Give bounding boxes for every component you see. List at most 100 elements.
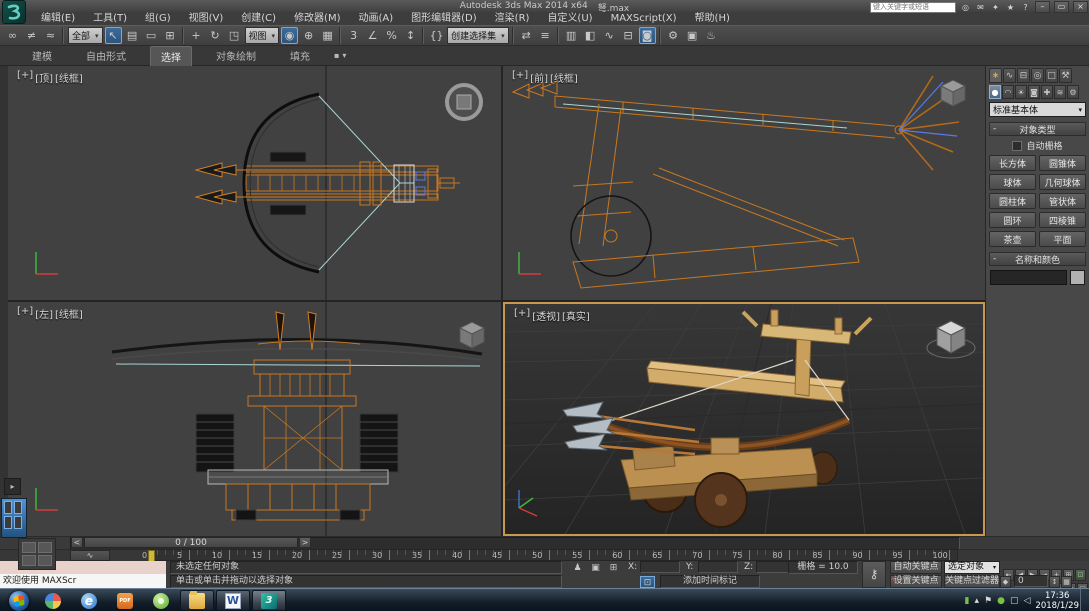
viewport-view-label[interactable]: [透视] — [532, 308, 560, 323]
sign-in-icon[interactable]: ✉ — [975, 3, 986, 12]
search-icon[interactable]: ◎ — [960, 3, 971, 12]
selected-filter-dropdown[interactable]: 选定对象 ▾ — [944, 561, 1000, 574]
object-type-button[interactable]: 几何球体 — [1039, 174, 1086, 190]
absolute-mode-toggle[interactable]: ⊞ — [606, 562, 621, 574]
time-slider-thumb[interactable]: 0 / 100 — [84, 537, 298, 548]
menu-item[interactable]: 动画(A) — [350, 12, 403, 25]
set-keys-button[interactable]: ⚷ — [862, 561, 886, 588]
object-type-button[interactable]: 球体 — [989, 174, 1036, 190]
viewport-view-label[interactable]: [前] — [530, 70, 548, 85]
curve-editor-button[interactable]: ∿ — [601, 27, 618, 44]
snap-toggle-3d[interactable]: 3 — [345, 27, 362, 44]
spinner-icon[interactable]: ↕ — [1049, 576, 1060, 588]
ribbon-collapse-button[interactable]: ▪ ▾ — [334, 51, 346, 60]
tray-action-center-icon[interactable]: ⚑ — [984, 596, 992, 606]
isolate-selection-toggle[interactable]: ♟ — [570, 562, 585, 574]
select-and-rotate-button[interactable]: ↻ — [207, 27, 224, 44]
object-type-button[interactable]: 圆锥体 — [1039, 155, 1086, 171]
edit-named-selection-sets-button[interactable]: {} — [428, 27, 445, 44]
add-time-tag-button[interactable]: 添加时间标记 — [660, 575, 760, 588]
angle-snap-toggle[interactable]: ∠ — [364, 27, 381, 44]
autogrid-checkbox[interactable] — [1012, 141, 1022, 151]
object-type-button[interactable]: 茶壶 — [989, 231, 1036, 247]
helpers-category[interactable]: ✚ — [1041, 85, 1053, 99]
schematic-view-button[interactable]: ⊟ — [620, 27, 637, 44]
hierarchy-tab[interactable]: ⊟ — [1017, 68, 1030, 83]
shapes-category[interactable]: ◠ — [1002, 85, 1014, 99]
lights-category[interactable]: ☀ — [1015, 85, 1027, 99]
key-filters-button[interactable]: 关键点过滤器... — [944, 575, 1000, 588]
viewport-menu-plus[interactable]: [+] — [17, 306, 33, 321]
utilities-tab[interactable]: ⚒ — [1059, 68, 1072, 83]
unlink-selection-button[interactable]: ≠ — [23, 27, 40, 44]
tray-volume-icon[interactable]: ◁ — [1023, 596, 1030, 606]
mirror-button[interactable]: ⇄ — [518, 27, 535, 44]
taskbar-word[interactable]: W — [216, 590, 250, 611]
percent-snap-toggle[interactable]: % — [383, 27, 400, 44]
manage-layers-button[interactable]: ▥ — [563, 27, 580, 44]
viewport-view-label[interactable]: [顶] — [35, 70, 53, 85]
viewport-menu-plus[interactable]: [+] — [514, 308, 530, 323]
tray-security-icon[interactable]: ● — [997, 596, 1005, 606]
next-frame-arrow[interactable]: > — [299, 537, 311, 548]
viewport-shading-label[interactable]: [线框] — [55, 70, 83, 85]
motion-tab[interactable]: ◎ — [1031, 68, 1044, 83]
minimize-button[interactable]: – — [1035, 1, 1050, 13]
tray-show-hidden-icon[interactable]: ▴ — [975, 596, 980, 606]
favorites-icon[interactable]: ★ — [1005, 3, 1016, 12]
object-color-swatch[interactable] — [1070, 270, 1085, 285]
maxscript-mini-listener-output[interactable]: 欢迎使用 MAXScr — [0, 574, 166, 588]
ribbon-tab[interactable]: 选择 — [150, 46, 192, 66]
use-pivot-point-center-button[interactable]: ◉ — [281, 27, 298, 44]
rollout-name-and-color[interactable]: - 名称和颜色 — [989, 252, 1086, 266]
3dsmax-logo[interactable] — [2, 0, 26, 24]
restore-button[interactable]: ▭ — [1054, 1, 1069, 13]
ribbon-tab[interactable]: 自由形式 — [76, 46, 136, 65]
viewport-layout-grid-button[interactable] — [18, 538, 56, 570]
start-button[interactable] — [4, 590, 34, 611]
object-type-button[interactable]: 圆环 — [989, 212, 1036, 228]
selection-lock-toggle[interactable]: ▣ — [588, 562, 603, 574]
object-type-button[interactable]: 圆柱体 — [989, 193, 1036, 209]
menu-item[interactable]: 视图(V) — [180, 12, 233, 25]
set-key-mode-button[interactable]: 设置关键点 — [890, 575, 942, 588]
grid-display-toggle[interactable]: ⊡ — [640, 576, 655, 588]
menu-item[interactable]: 组(G) — [136, 12, 180, 25]
object-type-button[interactable]: 长方体 — [989, 155, 1036, 171]
spinner-snap-toggle[interactable]: ↕ — [402, 27, 419, 44]
select-and-scale-button[interactable]: ◳ — [226, 27, 243, 44]
select-object-button[interactable]: ↖ — [105, 27, 122, 44]
taskbar-clock[interactable]: 17:36 2018/1/29 — [1035, 591, 1079, 611]
menu-item[interactable]: 修改器(M) — [285, 12, 349, 25]
track-bar-ruler[interactable] — [148, 549, 958, 561]
window-crossing-toggle[interactable]: ⊞ — [162, 27, 179, 44]
keyboard-shortcut-override-toggle[interactable]: ▦ — [319, 27, 336, 44]
space-warps-category[interactable]: ≋ — [1054, 85, 1066, 99]
infocenter-search-input[interactable] — [870, 2, 956, 13]
create-tab[interactable]: ∗ — [989, 68, 1002, 83]
graphite-modeling-tools-toggle[interactable]: ◧ — [582, 27, 599, 44]
viewport-menu-plus[interactable]: [+] — [512, 70, 528, 85]
current-frame-field[interactable]: 0 — [1014, 575, 1048, 587]
object-type-button[interactable]: 管状体 — [1039, 193, 1086, 209]
systems-category[interactable]: ⚙ — [1067, 85, 1079, 99]
menu-item[interactable]: 帮助(H) — [686, 12, 739, 25]
tray-network-icon[interactable]: ▢ — [1010, 596, 1019, 606]
select-and-link-button[interactable]: ∞ — [4, 27, 21, 44]
menu-item[interactable]: 工具(T) — [84, 12, 136, 25]
rendered-frame-window-button[interactable]: ▣ — [684, 27, 701, 44]
key-mode-toggle[interactable]: ◆ — [1000, 576, 1011, 588]
viewport-top[interactable]: [+] [顶] [线框] — [8, 66, 501, 300]
menu-item[interactable]: 编辑(E) — [32, 12, 84, 25]
select-by-name-button[interactable]: ▤ — [124, 27, 141, 44]
viewport-shading-label[interactable]: [线框] — [550, 70, 578, 85]
taskbar-pdf-app[interactable]: PDF — [108, 590, 142, 611]
close-button[interactable]: × — [1073, 1, 1088, 13]
viewport-left[interactable]: [+] [左] [线框] — [8, 302, 501, 536]
y-coordinate-field[interactable] — [698, 561, 738, 573]
taskbar-3ds-max[interactable]: 3 — [252, 590, 286, 611]
auto-key-button[interactable]: 自动关键点 — [890, 561, 942, 574]
geometry-category[interactable]: ● — [989, 85, 1001, 99]
viewport-perspective[interactable]: [+] [透视] [真实] — [503, 302, 985, 536]
cameras-category[interactable]: ◙ — [1028, 85, 1040, 99]
